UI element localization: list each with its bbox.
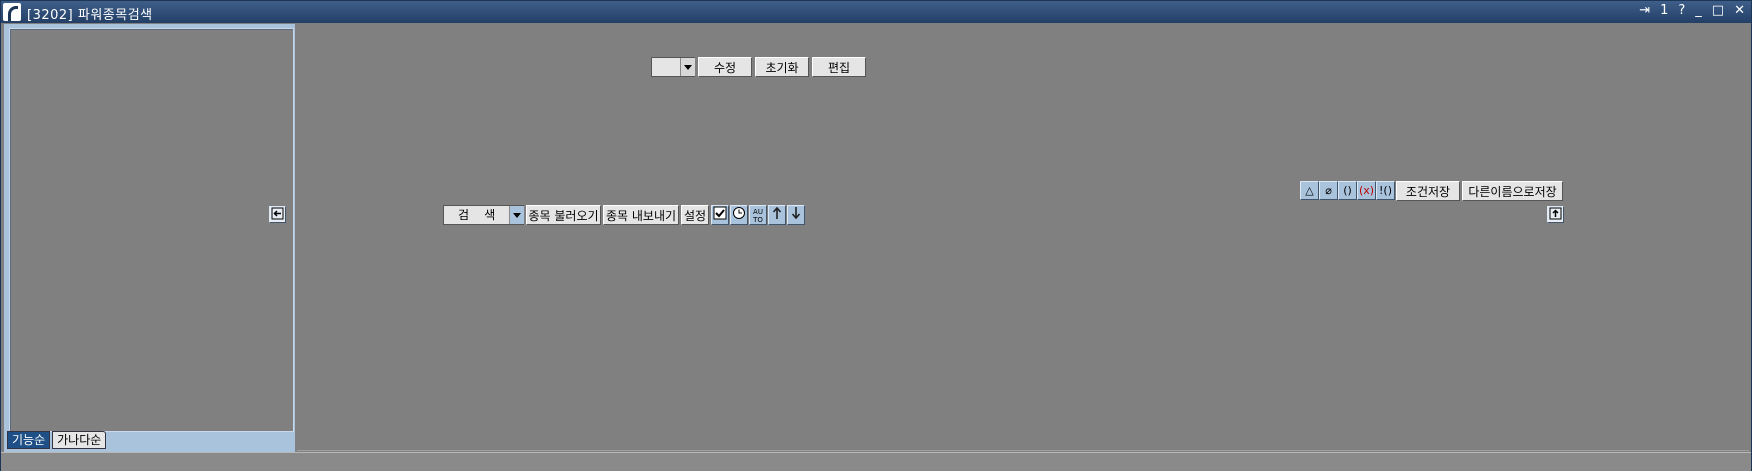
load-stocks-button[interactable]: 종목 불러오기 — [526, 205, 601, 225]
condition-tree-list[interactable] — [9, 28, 294, 432]
settings-button[interactable]: 설정 — [681, 205, 709, 225]
not-parens-icon[interactable]: !() — [1376, 181, 1395, 200]
auto-icon[interactable]: AU TO — [749, 205, 767, 225]
maximize-icon[interactable]: □ — [1712, 3, 1724, 18]
save-condition-button[interactable]: 조건저장 — [1396, 181, 1460, 201]
close-icon[interactable]: ✕ — [1734, 3, 1745, 18]
eraser-icon[interactable]: ⌀ — [1319, 181, 1338, 200]
result-divider — [297, 450, 1749, 451]
main-window: [3202] 파워종목검색 ⇥ 1 ? _ □ ✕ 기능순 가나다순 수정 초기… — [0, 0, 1752, 471]
tab-alphabetical[interactable]: 가나다순 — [52, 431, 107, 449]
condition-select[interactable] — [651, 57, 695, 77]
title-bar: [3202] 파워종목검색 ⇥ 1 ? _ □ ✕ — [1, 1, 1751, 23]
window-controls: ⇥ 1 ? _ □ ✕ — [1639, 3, 1745, 18]
save-as-button[interactable]: 다른이름으로저장 — [1462, 181, 1563, 201]
search-mode-value: 검 색 — [458, 208, 496, 222]
x-parens-icon[interactable]: (x) — [1357, 181, 1376, 200]
collapse-left-icon[interactable] — [269, 206, 286, 223]
reset-button[interactable]: 초기화 — [755, 57, 809, 77]
left-tabs: 기능순 가나다순 — [7, 431, 107, 449]
checkbox-icon[interactable] — [711, 205, 729, 225]
tab-function-order[interactable]: 기능순 — [7, 431, 51, 449]
condition-tree-panel: 기능순 가나다순 — [4, 24, 295, 452]
edit-button[interactable]: 수정 — [698, 57, 752, 77]
triangle-icon[interactable]: △ — [1300, 181, 1319, 200]
minimize-icon[interactable]: _ — [1695, 3, 1702, 18]
chevron-down-icon — [680, 58, 695, 76]
screen-number-button[interactable]: 1 — [1660, 3, 1668, 18]
window-title: [3202] 파워종목검색 — [27, 8, 153, 23]
app-logo-icon — [3, 3, 21, 21]
parens-icon[interactable]: () — [1338, 181, 1357, 200]
search-mode-select[interactable]: 검 색 — [443, 205, 524, 225]
expand-up-icon[interactable] — [1547, 206, 1564, 223]
edit-formula-button[interactable]: 편집 — [812, 57, 866, 77]
status-bar — [1, 452, 1751, 471]
chevron-down-icon — [509, 206, 524, 224]
export-stocks-button[interactable]: 종목 내보내기 — [603, 205, 679, 225]
help-icon[interactable]: ? — [1678, 3, 1685, 18]
arrow-up-icon[interactable] — [768, 205, 786, 225]
clock-icon[interactable] — [730, 205, 748, 225]
dock-icon[interactable]: ⇥ — [1639, 3, 1650, 18]
arrow-down-icon[interactable] — [787, 205, 805, 225]
